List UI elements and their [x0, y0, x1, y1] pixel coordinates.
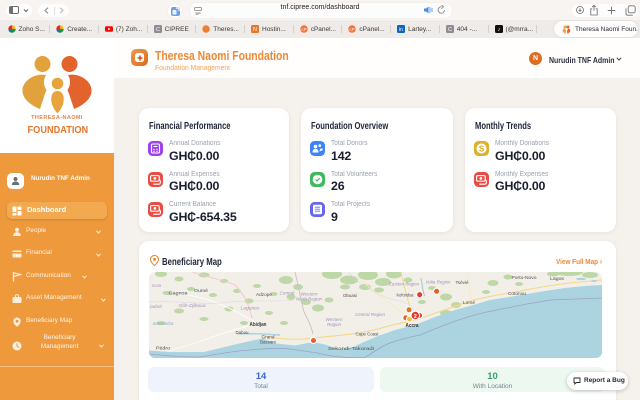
svg-text:oubré: oubré — [150, 304, 163, 309]
svg-text:Porto-Novo: Porto-Novo — [512, 275, 538, 280]
svg-text:Comoé: Comoé — [280, 291, 296, 296]
svg-text:Oumé: Oumé — [194, 288, 209, 293]
svg-text:C: C — [156, 27, 160, 33]
svg-text:Accra: Accra — [406, 323, 419, 329]
svg-text:cP: cP — [350, 27, 355, 32]
svg-text:Tsévié: Tsévié — [456, 280, 470, 285]
svg-text:Issia: Issia — [152, 283, 162, 288]
svg-text:cP: cP — [301, 27, 306, 32]
svg-text:N: N — [253, 27, 257, 33]
svg-text:Lomé: Lomé — [463, 300, 476, 305]
svg-text:Gagnoa: Gagnoa — [169, 291, 189, 296]
svg-text:Lagunes: Lagunes — [241, 306, 261, 311]
svg-text:Abidjan: Abidjan — [250, 322, 267, 328]
svg-text:Volta Region: Volta Region — [426, 280, 452, 285]
svg-text:Region: Region — [327, 322, 342, 327]
svg-text:Gôh-Djiboua: Gôh-Djiboua — [179, 303, 207, 308]
svg-text:Pédro: Pédro — [156, 346, 171, 351]
svg-text:Bassam: Bassam — [260, 340, 276, 345]
svg-text:in: in — [399, 27, 403, 33]
svg-text:S: S — [479, 144, 485, 153]
svg-text:Lagos: Lagos — [550, 276, 564, 281]
svg-text:Cape Coast: Cape Coast — [356, 332, 380, 337]
svg-text:Obuasi: Obuasi — [343, 293, 357, 298]
svg-text:Koforidua: Koforidua — [397, 293, 415, 298]
svg-text:Sassandra: Sassandra — [153, 321, 175, 326]
svg-text:Adzopé: Adzopé — [256, 292, 273, 297]
svg-text:Sekondi-Takoradi: Sekondi-Takoradi — [328, 346, 374, 351]
svg-text:Cotonou: Cotonou — [508, 291, 527, 296]
svg-text:Dabou: Dabou — [236, 330, 250, 335]
svg-text:Eastern Region: Eastern Region — [389, 282, 420, 287]
svg-text:C: C — [448, 27, 452, 33]
svg-text:2: 2 — [414, 314, 417, 320]
svg-text:North Region: North Region — [296, 297, 323, 302]
svg-text:Central Region: Central Region — [355, 312, 386, 317]
svg-text:♪: ♪ — [497, 27, 500, 33]
